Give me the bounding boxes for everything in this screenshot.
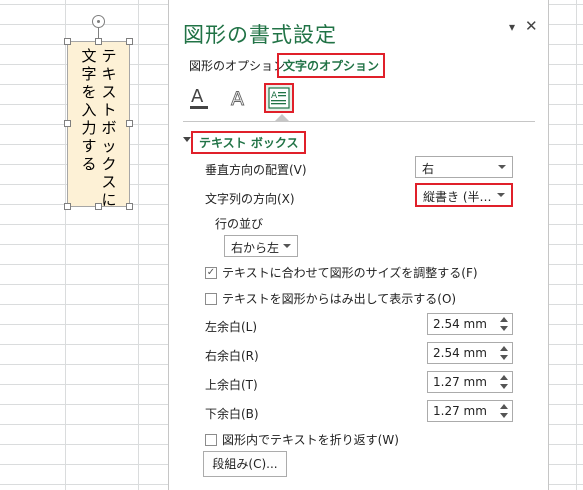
top-margin-value: 1.27 mm	[433, 375, 487, 389]
vertical-align-value: 右	[422, 162, 435, 176]
wrap-text-label: 図形内でテキストを折り返す(W)	[222, 433, 399, 447]
text-direction-value: 縦書き (半…	[423, 190, 492, 204]
text-direction-select[interactable]: 縦書き (半…	[415, 183, 513, 207]
text-direction-label: 文字列の方向(X)	[205, 192, 295, 206]
vertical-align-label: 垂直方向の配置(V)	[205, 163, 307, 177]
checkbox-icon[interactable]	[205, 292, 217, 305]
spin-down-icon[interactable]	[500, 413, 508, 418]
line-order-select[interactable]: 右から左	[224, 235, 298, 257]
line-order-label: 行の並び	[215, 217, 264, 231]
pane-options-dropdown-icon[interactable]: ▾	[509, 20, 515, 34]
text-fill-icon[interactable]: A	[184, 83, 214, 113]
resize-handle[interactable]	[126, 203, 133, 210]
tab-shape-options[interactable]: 図形のオプション	[185, 55, 289, 76]
line-order-value: 右から左	[231, 241, 280, 255]
pane-title: 図形の書式設定	[183, 23, 337, 47]
text-outline-icon[interactable]: A	[224, 83, 254, 113]
spin-down-icon[interactable]	[500, 384, 508, 389]
checkbox-checked-icon[interactable]: ✓	[205, 266, 217, 279]
section-header-textbox[interactable]: テキスト ボックス	[191, 131, 307, 154]
columns-button[interactable]: 段組み(C)...	[203, 451, 287, 477]
resize-handle[interactable]	[95, 38, 102, 45]
right-margin-value: 2.54 mm	[433, 346, 487, 360]
wrap-text-checkbox[interactable]: 図形内でテキストを折り返す(W)	[205, 431, 399, 448]
rotate-handle-icon[interactable]	[92, 15, 105, 28]
bottom-margin-label: 下余白(B)	[205, 407, 259, 421]
textbox-shape[interactable]: テキストボックスに 文字を入力する	[67, 41, 130, 209]
format-shape-pane: 図形の書式設定 ▾ ✕ 図形のオプション 文字のオプション A A A テキスト…	[168, 0, 549, 490]
checkbox-icon[interactable]	[205, 433, 217, 446]
selected-indicator	[275, 114, 289, 121]
bottom-margin-value: 1.27 mm	[433, 404, 487, 418]
right-margin-label: 右余白(R)	[205, 349, 259, 363]
shape-text-line-2: 文字を入力する	[81, 47, 97, 173]
vertical-align-select[interactable]: 右	[415, 156, 513, 178]
left-margin-spinner[interactable]: 2.54 mm	[427, 313, 513, 335]
left-margin-value: 2.54 mm	[433, 317, 487, 331]
resize-handle[interactable]	[64, 38, 71, 45]
bottom-margin-spinner[interactable]: 1.27 mm	[427, 400, 513, 422]
shape-text-line-1: テキストボックスに	[101, 47, 117, 209]
svg-text:A: A	[271, 91, 278, 101]
overflow-checkbox[interactable]: テキストを図形からはみ出して表示する(O)	[205, 290, 456, 307]
resize-handle[interactable]	[64, 120, 71, 127]
autofit-checkbox[interactable]: ✓ テキストに合わせて図形のサイズを調整する(F)	[205, 264, 478, 281]
divider	[183, 121, 535, 122]
chevron-down-icon	[497, 193, 505, 197]
spin-up-icon[interactable]	[500, 346, 508, 351]
spin-down-icon[interactable]	[500, 355, 508, 360]
spin-up-icon[interactable]	[500, 375, 508, 380]
collapse-triangle-icon[interactable]	[183, 137, 191, 142]
chevron-down-icon	[283, 244, 291, 248]
resize-handle[interactable]	[64, 203, 71, 210]
spin-down-icon[interactable]	[500, 326, 508, 331]
tab-text-options[interactable]: 文字のオプション	[277, 53, 386, 78]
resize-handle[interactable]	[95, 203, 102, 210]
close-icon[interactable]: ✕	[525, 17, 538, 35]
chevron-down-icon	[498, 165, 506, 169]
right-margin-spinner[interactable]: 2.54 mm	[427, 342, 513, 364]
svg-text:A: A	[231, 88, 244, 110]
resize-handle[interactable]	[126, 120, 133, 127]
resize-handle[interactable]	[126, 38, 133, 45]
top-margin-label: 上余白(T)	[205, 378, 258, 392]
top-margin-spinner[interactable]: 1.27 mm	[427, 371, 513, 393]
svg-text:A: A	[191, 86, 204, 107]
overflow-label: テキストを図形からはみ出して表示する(O)	[222, 292, 457, 306]
spin-up-icon[interactable]	[500, 317, 508, 322]
left-margin-label: 左余白(L)	[205, 320, 258, 334]
textbox-icon[interactable]: A	[264, 83, 294, 113]
spin-up-icon[interactable]	[500, 404, 508, 409]
autofit-label: テキストに合わせて図形のサイズを調整する(F)	[222, 266, 478, 280]
